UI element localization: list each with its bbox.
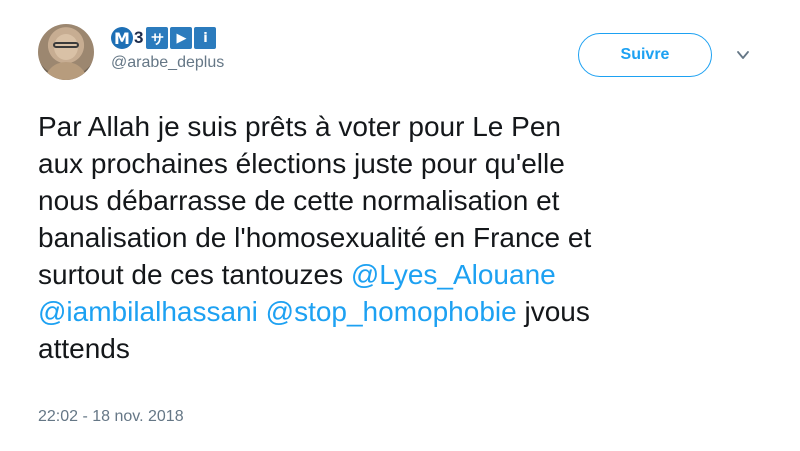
avatar-body bbox=[44, 62, 88, 80]
tweet-text-space bbox=[258, 296, 266, 327]
play-icon: ▶ bbox=[170, 27, 193, 49]
avatar-glasses bbox=[53, 42, 79, 48]
line-number: 3 bbox=[134, 28, 144, 47]
avatar[interactable] bbox=[38, 24, 94, 80]
timestamp[interactable]: 22:02 - 18 nov. 2018 bbox=[38, 408, 184, 426]
display-name[interactable]: M 3 サ ▶ i bbox=[111, 27, 218, 49]
tweet-text: Par Allah je suis prêts à voter pour Le … bbox=[38, 108, 763, 367]
info-icon: i bbox=[194, 27, 217, 49]
mention-link[interactable]: @stop_homophobie bbox=[266, 296, 517, 327]
user-handle[interactable]: @arabe_deplus bbox=[111, 54, 224, 72]
chevron-down-icon[interactable] bbox=[735, 47, 751, 63]
follow-button[interactable]: Suivre bbox=[578, 33, 712, 77]
mention-link[interactable]: @Lyes_Alouane bbox=[351, 259, 556, 290]
katakana-icon: サ bbox=[146, 27, 169, 49]
metro-logo-icon: M bbox=[111, 27, 133, 49]
mention-link[interactable]: @iambilalhassani bbox=[38, 296, 258, 327]
